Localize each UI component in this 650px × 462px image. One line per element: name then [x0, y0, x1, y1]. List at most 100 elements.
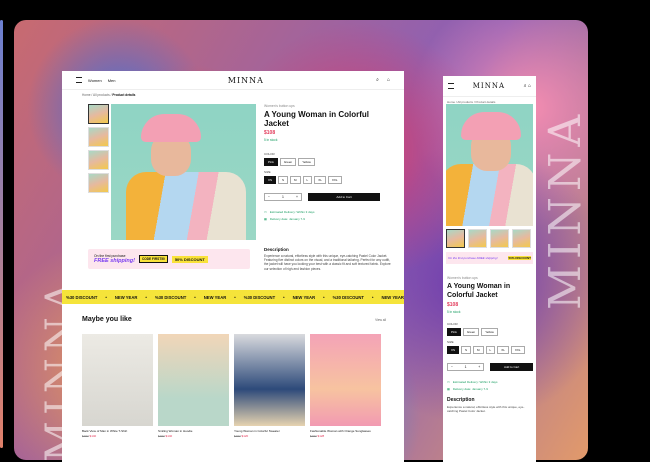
color-option-pink[interactable]: Pink — [264, 158, 278, 166]
jacket-shape — [446, 164, 533, 226]
buy-row: − 1 + Add to Cart — [447, 363, 533, 371]
truck-icon: ▭ — [264, 210, 267, 214]
size-options: XS S M L XL XXL — [264, 176, 394, 184]
size-options: XS S M L XL XXL — [447, 346, 533, 354]
card-sale-price: $128 — [317, 434, 325, 438]
delivery-text-2: Delivery date: January 7-9 — [269, 217, 305, 221]
main-nav: Women Men — [76, 77, 116, 83]
thumbnail[interactable] — [490, 229, 509, 248]
card-image — [310, 334, 381, 426]
card-old-price: $157 — [158, 434, 165, 438]
color-label: COLOR — [447, 322, 458, 326]
stock-status: 5 in stock — [447, 310, 461, 314]
nav-men[interactable]: Men — [108, 78, 116, 83]
thumbnail[interactable] — [88, 173, 109, 193]
breadcrumb-current: Product details — [112, 93, 136, 97]
thumbnail[interactable] — [468, 229, 487, 248]
add-to-cart-button[interactable]: Add to Cart — [308, 193, 380, 201]
color-option-green[interactable]: Green — [279, 158, 297, 166]
left-edge-strip — [0, 20, 3, 448]
bag-icon[interactable]: ⌂ — [387, 77, 390, 83]
product-price: $108 — [264, 130, 276, 136]
recommendations-heading: Maybe you like — [82, 316, 132, 323]
size-option-m[interactable]: M — [473, 346, 484, 354]
promo-line-2: FREE shipping! — [94, 258, 135, 264]
card-image — [158, 334, 229, 426]
ticker-separator: • — [372, 294, 374, 300]
truck-icon: ▭ — [447, 380, 450, 384]
size-option-m[interactable]: M — [290, 176, 301, 184]
product-card[interactable]: Young Woman in Colorful Sweater $157 $12… — [234, 334, 305, 438]
ticker-item: NEW YEAR — [292, 294, 316, 300]
product-title: A Young Woman in Colorful Jacket — [447, 283, 511, 299]
menu-icon[interactable] — [76, 77, 82, 83]
delivery-text-2: Delivery date: January 7-9 — [452, 387, 488, 391]
size-option-l[interactable]: L — [302, 176, 313, 184]
buy-row: − 1 + Add to Cart — [264, 193, 394, 201]
thumbnail[interactable] — [446, 229, 465, 248]
qty-minus-button[interactable]: − — [268, 195, 270, 199]
color-option-yellow[interactable]: Yellow — [481, 328, 498, 336]
card-image — [234, 334, 305, 426]
size-option-xl[interactable]: XL — [497, 346, 509, 354]
size-option-xs[interactable]: XS — [264, 176, 277, 184]
mobile-promo-banner[interactable]: On the first purchase FREE shipping! 50%… — [446, 252, 533, 264]
search-icon[interactable]: ⌕ ⌂ — [524, 83, 531, 89]
quantity-stepper[interactable]: − 1 + — [264, 193, 302, 201]
size-option-l[interactable]: L — [485, 346, 496, 354]
color-option-yellow[interactable]: Yellow — [298, 158, 315, 166]
product-card[interactable]: Fashionable Woman with Orange Sunglasses… — [310, 334, 381, 438]
card-sale-price: $140 — [89, 434, 97, 438]
menu-icon[interactable] — [448, 83, 454, 89]
card-price: $157 $120 — [234, 434, 305, 438]
mobile-thumbnails — [446, 229, 531, 248]
size-option-xxl[interactable]: XXL — [327, 176, 342, 184]
product-card[interactable]: Smiling Woman in Hoodie $157 $140 — [158, 334, 229, 438]
thumbnail[interactable] — [88, 127, 109, 147]
size-option-xxl[interactable]: XXL — [510, 346, 525, 354]
logo[interactable]: MINNA — [228, 76, 264, 85]
color-option-green[interactable]: Green — [462, 328, 480, 336]
search-icon[interactable]: ⌕ — [376, 77, 379, 83]
thumbnail[interactable] — [88, 104, 109, 124]
thumbnail[interactable] — [88, 150, 109, 170]
view-all-link[interactable]: View all — [375, 318, 386, 322]
qty-plus-button[interactable]: + — [296, 195, 298, 199]
ticker-item: NEW YEAR — [381, 294, 404, 300]
ticker-separator: • — [194, 294, 196, 300]
promo-banner[interactable]: On the first purchase FREE shipping! COD… — [88, 249, 250, 269]
breadcrumb-home[interactable]: Home — [82, 93, 91, 97]
watermark-right: MINNA — [540, 108, 591, 310]
ticker-item: %30 DISCOUNT — [154, 294, 187, 300]
thumbnail[interactable] — [512, 229, 531, 248]
description-text: Experience a natural, effortless style w… — [264, 254, 391, 271]
calendar-icon: ▦ — [264, 217, 267, 221]
size-option-xs[interactable]: XS — [447, 346, 460, 354]
thumbnail-gallery — [88, 104, 109, 196]
mobile-logo[interactable]: MINNA — [473, 82, 505, 90]
size-option-xl[interactable]: XL — [314, 176, 326, 184]
product-category: Women's button ups — [264, 104, 295, 108]
jacket-shape — [126, 172, 246, 240]
ticker-separator: • — [105, 294, 107, 300]
color-options: Pink Green Yellow — [264, 158, 394, 166]
size-option-s[interactable]: S — [278, 176, 289, 184]
add-to-cart-button[interactable]: Add to Cart — [490, 363, 533, 371]
color-option-pink[interactable]: Pink — [447, 328, 461, 336]
product-title: A Young Woman in Colorful Jacket — [264, 110, 370, 128]
quantity-stepper[interactable]: − 1 + — [447, 363, 485, 371]
qty-plus-button[interactable]: + — [478, 365, 480, 369]
ticker-item: NEW YEAR — [114, 294, 138, 300]
breadcrumb-category[interactable]: All products — [93, 93, 110, 97]
card-name: Fashionable Woman with Orange Sunglasses — [310, 429, 371, 433]
product-info: Women's button ups A Young Woman in Colo… — [264, 104, 394, 221]
nav-women[interactable]: Women — [88, 78, 102, 83]
ticker-separator: • — [283, 294, 285, 300]
qty-minus-button[interactable]: − — [451, 365, 453, 369]
header: Women Men MINNA ⌕ ⌂ — [62, 71, 404, 90]
size-option-s[interactable]: S — [461, 346, 472, 354]
hat-shape — [461, 112, 521, 140]
product-card[interactable]: Back View of Man in White T-Shirt $157 $… — [82, 334, 153, 438]
product-price: $108 — [447, 302, 459, 308]
color-options: Pink Green Yellow — [447, 328, 533, 336]
